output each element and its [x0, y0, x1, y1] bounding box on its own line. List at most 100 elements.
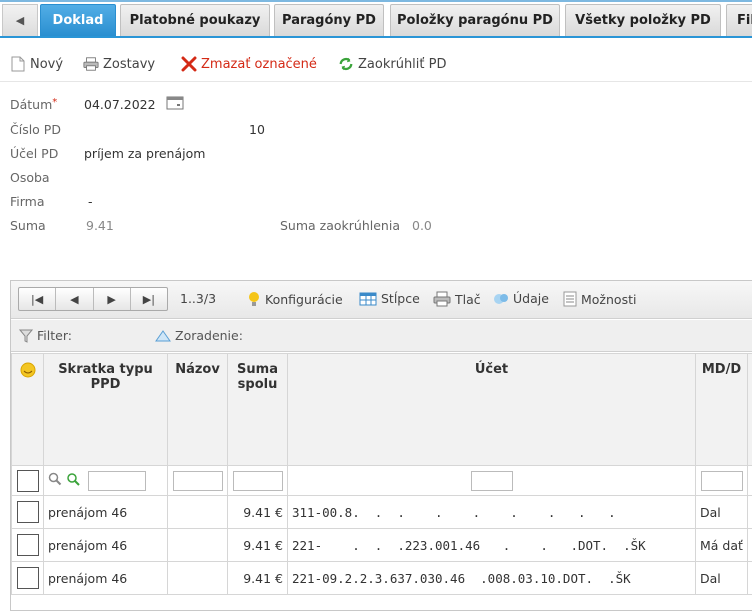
cell-nazov [167, 495, 228, 529]
prev-page-icon: ◀ [70, 292, 79, 306]
print-label: Tlač [455, 291, 481, 307]
row-checkbox[interactable] [16, 534, 39, 556]
reports-button[interactable]: Zostavy [83, 54, 155, 74]
required-marker: * [52, 96, 58, 108]
data-icon [493, 292, 509, 306]
new-button[interactable]: Nový [10, 54, 63, 74]
filter-input-suma[interactable] [232, 470, 283, 491]
tab-fil[interactable]: Fil [726, 4, 752, 36]
last-page-button[interactable]: ▶| [131, 288, 167, 310]
col-header-nazov[interactable]: Názov [167, 353, 228, 466]
filter-label: Filter: [37, 328, 72, 343]
row-checkbox[interactable] [16, 501, 39, 523]
col-header-mdd[interactable]: MD/D [695, 353, 748, 466]
filter-input-nazov[interactable] [172, 470, 223, 491]
osoba-label: Osoba [10, 169, 50, 185]
new-document-icon [10, 56, 26, 72]
datum-value[interactable]: 04.07.2022 [84, 97, 156, 112]
grid-pager-toolbar: |◀ ◀ ▶ ▶| 1..3/3 Konfigurácie Stĺpce Tla… [11, 281, 752, 319]
config-label: Konfigurácie [265, 291, 343, 307]
chevron-left-icon: ◀ [15, 14, 25, 27]
cell-suma: 9.41 € [227, 495, 288, 529]
sort-button[interactable]: Zoradenie: [155, 328, 243, 343]
cell-mdd: Dal [695, 561, 748, 595]
config-button[interactable]: Konfigurácie [247, 291, 343, 307]
cell-nazov [167, 561, 228, 595]
tab-polozky-paragonu-pd[interactable]: Položky paragónu PD [390, 4, 560, 36]
filter-button[interactable]: Filter: [19, 328, 72, 343]
columns-icon [359, 292, 377, 306]
pager-nav-group: |◀ ◀ ▶ ▶| [18, 287, 168, 311]
col-header-extra [747, 353, 752, 466]
suma-value: 9.41 [86, 217, 114, 233]
data-label: Údaje [513, 291, 549, 306]
suma-zaokr-label: Suma zaokrúhlenia [280, 217, 400, 233]
filter-input-ucet[interactable] [470, 470, 513, 491]
cislo-label: Číslo PD [10, 121, 61, 137]
tab-bar: ◀ Doklad Platobné poukazy Paragóny PD Po… [0, 0, 752, 38]
new-button-label: Nový [30, 56, 64, 72]
printer-icon [83, 56, 99, 72]
cell-ucet: 311-00.8. . . . . . . . . [287, 495, 696, 529]
suma-zaokr-value: 0.0 [412, 217, 432, 233]
data-button[interactable]: Údaje [493, 291, 549, 306]
delete-x-icon [181, 56, 197, 72]
columns-label: Stĺpce [381, 291, 420, 306]
col-header-skratka[interactable]: Skratka typu PPD [43, 353, 168, 466]
tab-platobne-poukazy[interactable]: Platobné poukazy [120, 4, 270, 36]
table-header-row: Skratka typu PPD Názov Suma spolu Účet M… [11, 353, 752, 466]
tab-vsetky-polozky-pd[interactable]: Všetky položky PD [565, 4, 721, 36]
col-header-suma[interactable]: Suma spolu [227, 353, 288, 466]
next-page-button[interactable]: ▶ [94, 288, 131, 310]
options-icon [563, 291, 577, 307]
cell-ucet: 221-09.2.2.3.637.030.46 .008.03.10.DOT. … [287, 561, 696, 595]
round-pd-button[interactable]: Zaokrúhliť PD [338, 54, 446, 74]
cell-nazov [167, 528, 228, 562]
items-table: Skratka typu PPD Názov Suma spolu Účet M… [11, 353, 752, 595]
reports-button-label: Zostavy [103, 56, 156, 72]
print-button[interactable]: Tlač [433, 291, 481, 307]
first-page-button[interactable]: |◀ [19, 288, 57, 310]
table-row[interactable]: prenájom 46 9.41 € 221-09.2.2.3.637.030.… [11, 561, 752, 595]
smiley-icon [20, 362, 35, 378]
sort-triangle-icon [155, 329, 171, 342]
cell-skratka: prenájom 46 [43, 495, 168, 529]
options-button[interactable]: Možnosti [563, 291, 636, 307]
first-page-icon: |◀ [31, 292, 44, 306]
table-row[interactable]: prenájom 46 9.41 € 311-00.8. . . . . . .… [11, 495, 752, 529]
search-icon[interactable] [48, 472, 62, 489]
items-grid-panel: |◀ ◀ ▶ ▶| 1..3/3 Konfigurácie Stĺpce Tla… [10, 280, 752, 611]
refresh-icon [338, 56, 354, 72]
calendar-icon[interactable] [166, 96, 184, 113]
status-column-header [11, 353, 44, 466]
next-page-icon: ▶ [107, 292, 116, 306]
row-checkbox[interactable] [16, 567, 39, 589]
last-page-icon: ▶| [142, 292, 155, 306]
firma-label: Firma [10, 193, 45, 209]
tab-bar-topline [0, 0, 752, 2]
prev-page-button[interactable]: ◀ [56, 288, 94, 310]
filter-input-mdd[interactable] [700, 470, 743, 491]
col-header-ucet[interactable]: Účet [287, 353, 696, 466]
cell-suma: 9.41 € [227, 528, 288, 562]
printer-icon [433, 291, 451, 307]
document-form: Dátum* 04.07.2022 Číslo PD 10 Účel PD pr… [0, 92, 752, 242]
table-row[interactable]: prenájom 46 9.41 € 221- . . .223.001.46 … [11, 528, 752, 562]
columns-button[interactable]: Stĺpce [359, 291, 420, 306]
tab-paragony-pd[interactable]: Paragóny PD [274, 4, 384, 36]
cell-skratka: prenájom 46 [43, 528, 168, 562]
delete-selected-button-label: Zmazať označené [201, 56, 317, 72]
action-toolbar: Nový Zostavy Zmazať označené Zaokrúhliť … [0, 44, 752, 82]
cell-skratka: prenájom 46 [43, 561, 168, 595]
tab-scroll-left-button[interactable]: ◀ [2, 4, 38, 36]
select-all-checkbox[interactable] [16, 469, 39, 492]
tab-doklad[interactable]: Doklad [40, 4, 116, 36]
suma-label: Suma [10, 217, 46, 233]
filter-input-skratka[interactable] [87, 470, 146, 491]
datum-label: Dátum* [10, 96, 58, 112]
firma-value[interactable]: - [88, 194, 93, 209]
search-clear-icon[interactable] [66, 472, 82, 489]
filter-sort-bar: Filter: Zoradenie: [11, 320, 752, 352]
ucel-value[interactable]: príjem za prenájom [84, 146, 205, 161]
delete-selected-button[interactable]: Zmazať označené [181, 54, 317, 74]
